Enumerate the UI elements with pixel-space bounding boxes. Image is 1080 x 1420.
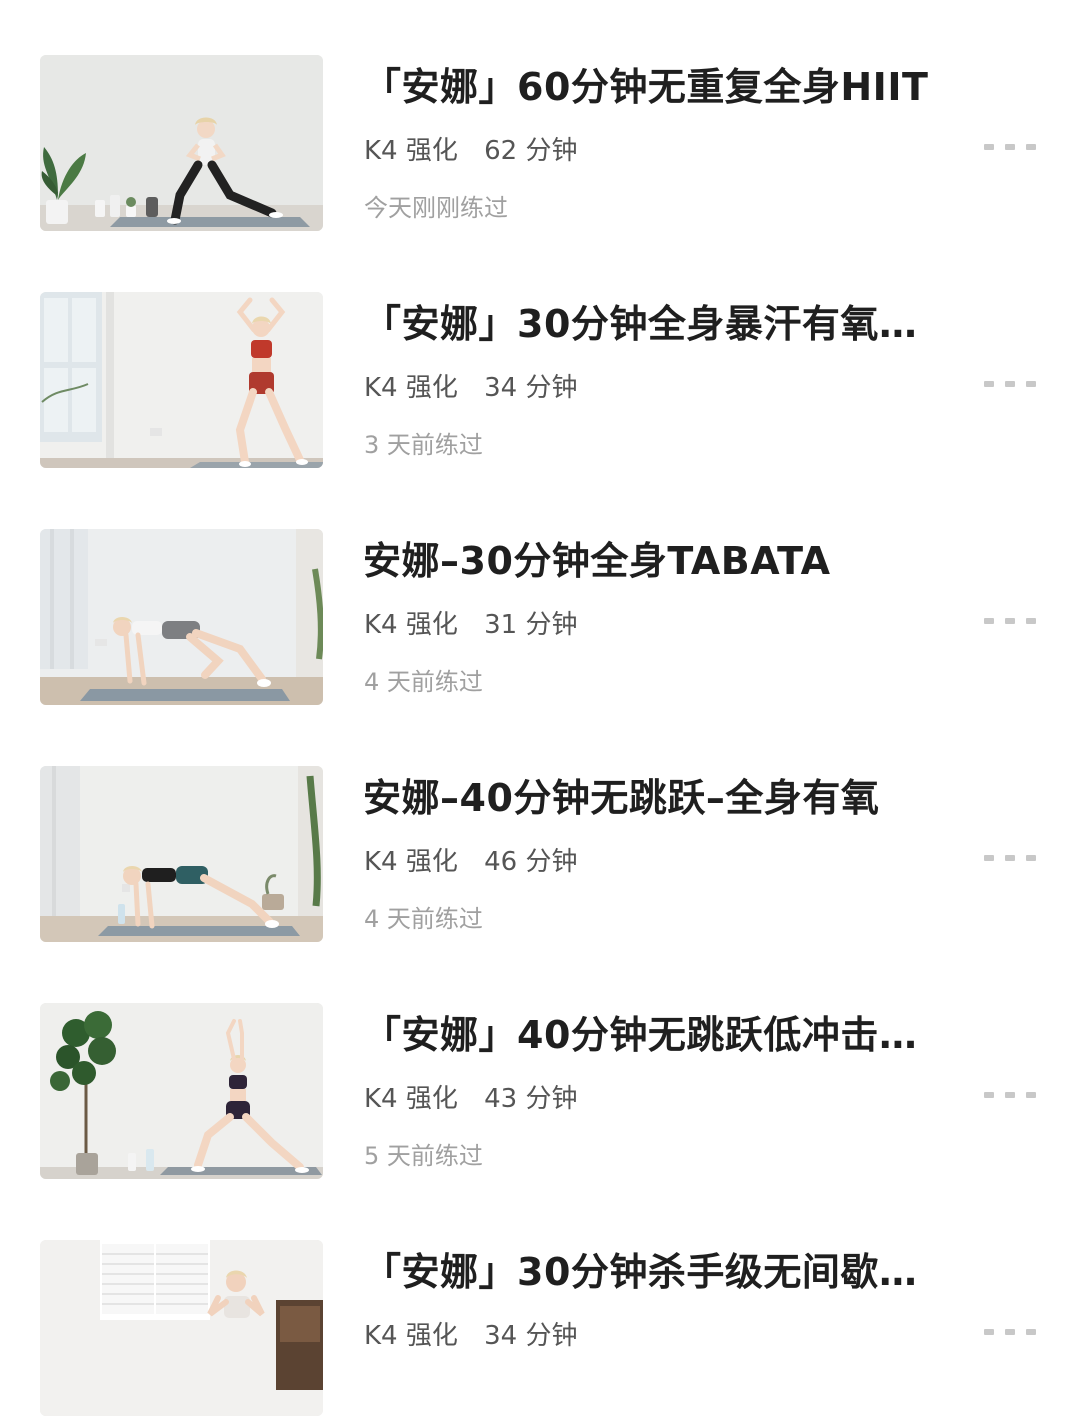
- workout-meta: K4 强化 34 分钟: [364, 370, 577, 406]
- workout-thumbnail[interactable]: [40, 1240, 323, 1416]
- woman-standing-arms-up-photo: [40, 292, 323, 468]
- more-dots-icon[interactable]: [984, 611, 1036, 631]
- woman-plank-photo: [40, 766, 323, 942]
- workout-title: 「安娜」30分钟杀手级无间歇燃脂: [363, 1250, 953, 1294]
- workout-meta: K4 强化 62 分钟: [364, 133, 577, 169]
- workout-level: K4 强化: [364, 847, 458, 877]
- workout-item[interactable]: 安娜–30分钟全身TABATA K4 强化 31 分钟 4 天前练过: [0, 529, 1080, 709]
- workout-meta: K4 强化 34 分钟: [364, 1318, 577, 1354]
- workout-item[interactable]: 「安娜」60分钟无重复全身HIIT K4 强化 62 分钟 今天刚刚练过: [0, 55, 1080, 235]
- last-trained-label: 今天刚刚练过: [364, 194, 508, 222]
- workout-meta: K4 强化 46 分钟: [364, 844, 577, 880]
- more-dots-icon[interactable]: [984, 848, 1036, 868]
- workout-thumbnail[interactable]: [40, 766, 323, 942]
- workout-item[interactable]: 「安娜」40分钟无跳跃低冲击有氧 K4 强化 43 分钟 5 天前练过: [0, 1003, 1080, 1183]
- more-dots-icon[interactable]: [984, 1085, 1036, 1105]
- last-trained-label: 4 天前练过: [364, 668, 483, 696]
- workout-item[interactable]: 「安娜」30分钟杀手级无间歇燃脂 K4 强化 34 分钟: [0, 1240, 1080, 1420]
- last-trained-label: 3 天前练过: [364, 431, 483, 459]
- workout-title: 「安娜」40分钟无跳跃低冲击有氧: [363, 1013, 953, 1057]
- last-trained-label: 5 天前练过: [364, 1142, 483, 1170]
- workout-title: 安娜–30分钟全身TABATA: [363, 539, 831, 583]
- workout-level: K4 强化: [364, 1084, 458, 1114]
- workout-thumbnail[interactable]: [40, 292, 323, 468]
- workout-level: K4 强化: [364, 136, 458, 166]
- woman-lunge-arms-up-photo: [40, 1003, 323, 1179]
- workout-item[interactable]: 「安娜」30分钟全身暴汗有氧运动 K4 强化 34 分钟 3 天前练过: [0, 292, 1080, 472]
- workout-duration: 34 分钟: [484, 373, 578, 403]
- last-trained-label: 4 天前练过: [364, 905, 483, 933]
- workout-title: 安娜–40分钟无跳跃–全身有氧: [363, 776, 880, 820]
- workout-duration: 46 分钟: [484, 847, 578, 877]
- workout-title: 「安娜」30分钟全身暴汗有氧运动: [363, 302, 953, 346]
- workout-duration: 34 分钟: [484, 1321, 578, 1351]
- workout-duration: 31 分钟: [484, 610, 578, 640]
- more-dots-icon[interactable]: [984, 374, 1036, 394]
- workout-item[interactable]: 安娜–40分钟无跳跃–全身有氧 K4 强化 46 分钟 4 天前练过: [0, 766, 1080, 946]
- workout-level: K4 强化: [364, 1321, 458, 1351]
- workout-title: 「安娜」60分钟无重复全身HIIT: [363, 65, 929, 109]
- workout-meta: K4 强化 43 分钟: [364, 1081, 577, 1117]
- woman-mountain-climber-photo: [40, 529, 323, 705]
- workout-level: K4 强化: [364, 373, 458, 403]
- workout-duration: 62 分钟: [484, 136, 578, 166]
- woman-side-lunge-photo: [40, 55, 323, 231]
- workout-meta: K4 强化 31 分钟: [364, 607, 577, 643]
- workout-thumbnail[interactable]: [40, 55, 323, 231]
- workout-thumbnail[interactable]: [40, 529, 323, 705]
- workout-duration: 43 分钟: [484, 1084, 578, 1114]
- more-dots-icon[interactable]: [984, 137, 1036, 157]
- workout-thumbnail[interactable]: [40, 1003, 323, 1179]
- workout-level: K4 强化: [364, 610, 458, 640]
- more-dots-icon[interactable]: [984, 1322, 1036, 1342]
- woman-boxing-photo: [40, 1240, 323, 1416]
